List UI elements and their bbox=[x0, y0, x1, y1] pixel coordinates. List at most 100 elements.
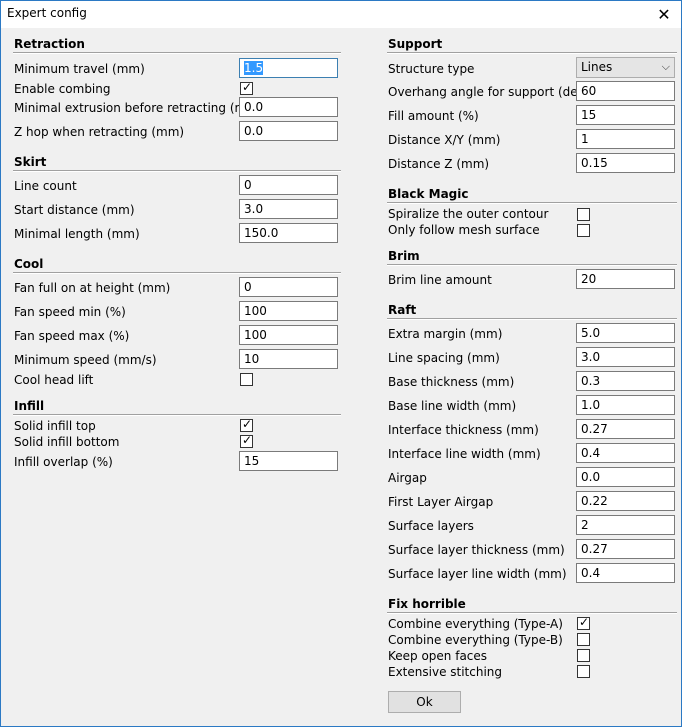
chevron-down-icon: ⌵ bbox=[661, 60, 670, 73]
solid-infill-bottom-label: Solid infill bottom bbox=[14, 435, 120, 449]
section-title-black-magic: Black Magic bbox=[388, 187, 469, 201]
combine-type-b-checkbox[interactable] bbox=[577, 633, 590, 646]
fill-amount-input[interactable]: 15 bbox=[576, 105, 675, 125]
section-divider bbox=[13, 414, 341, 416]
distance-xy-input[interactable]: 1 bbox=[576, 129, 675, 149]
min-extrusion-label: Minimal extrusion before retracting (mm) bbox=[14, 101, 263, 115]
start-distance-input[interactable]: 3.0 bbox=[239, 199, 338, 219]
close-icon[interactable]: ✕ bbox=[647, 1, 681, 28]
section-title-brim: Brim bbox=[388, 249, 420, 263]
first-layer-airgap-label: First Layer Airgap bbox=[388, 495, 494, 509]
line-spacing-input[interactable]: 3.0 bbox=[576, 347, 675, 367]
check-icon: ✓ bbox=[242, 433, 253, 447]
line-count-label: Line count bbox=[14, 179, 77, 193]
brim-line-amount-input[interactable]: 20 bbox=[576, 269, 675, 289]
infill-overlap-label: Infill overlap (%) bbox=[14, 455, 113, 469]
distance-xy-label: Distance X/Y (mm) bbox=[388, 133, 501, 147]
base-thickness-input[interactable]: 0.3 bbox=[576, 371, 675, 391]
minimum-speed-label: Minimum speed (mm/s) bbox=[14, 353, 157, 367]
min-extrusion-input[interactable]: 0.0 bbox=[239, 97, 338, 117]
z-hop-input[interactable]: 0.0 bbox=[239, 121, 338, 141]
fan-speed-min-label: Fan speed min (%) bbox=[14, 305, 126, 319]
extra-margin-label: Extra margin (mm) bbox=[388, 327, 503, 341]
minimum-speed-input[interactable]: 10 bbox=[239, 349, 338, 369]
surface-layer-line-width-input[interactable]: 0.4 bbox=[576, 563, 675, 583]
dialog-body: Retraction Minimum travel (mm) 1.5 Enabl… bbox=[1, 28, 681, 726]
structure-type-label: Structure type bbox=[388, 62, 475, 76]
line-count-input[interactable]: 0 bbox=[239, 175, 338, 195]
combine-type-b-label: Combine everything (Type-B) bbox=[388, 633, 563, 647]
check-icon: ✓ bbox=[579, 615, 590, 629]
section-title-retraction: Retraction bbox=[14, 37, 85, 51]
section-divider bbox=[387, 264, 677, 266]
start-distance-label: Start distance (mm) bbox=[14, 203, 135, 217]
section-title-skirt: Skirt bbox=[14, 155, 47, 169]
surface-layer-thickness-label: Surface layer thickness (mm) bbox=[388, 543, 565, 557]
distance-z-input[interactable]: 0.15 bbox=[576, 153, 675, 173]
section-divider bbox=[13, 170, 341, 172]
section-title-cool: Cool bbox=[14, 257, 44, 271]
airgap-label: Airgap bbox=[388, 471, 427, 485]
combine-type-a-checkbox[interactable]: ✓ bbox=[577, 615, 590, 630]
combine-type-a-label: Combine everything (Type-A) bbox=[388, 617, 563, 631]
line-spacing-label: Line spacing (mm) bbox=[388, 351, 500, 365]
fan-full-height-label: Fan full on at height (mm) bbox=[14, 281, 171, 295]
solid-infill-bottom-checkbox[interactable]: ✓ bbox=[240, 433, 253, 448]
surface-layer-line-width-label: Surface layer line width (mm) bbox=[388, 567, 567, 581]
base-line-width-label: Base line width (mm) bbox=[388, 399, 517, 413]
solid-infill-top-checkbox[interactable]: ✓ bbox=[240, 417, 253, 432]
window-title: Expert config bbox=[7, 6, 87, 20]
minimal-length-input[interactable]: 150.0 bbox=[239, 223, 338, 243]
extensive-stitching-checkbox[interactable] bbox=[577, 665, 590, 678]
interface-thickness-input[interactable]: 0.27 bbox=[576, 419, 675, 439]
check-icon: ✓ bbox=[242, 417, 253, 431]
surface-layer-thickness-input[interactable]: 0.27 bbox=[576, 539, 675, 559]
fan-speed-max-label: Fan speed max (%) bbox=[14, 329, 130, 343]
overhang-angle-label: Overhang angle for support (deg) bbox=[388, 85, 590, 99]
section-title-fix-horrible: Fix horrible bbox=[388, 597, 466, 611]
infill-overlap-input[interactable]: 15 bbox=[239, 451, 338, 471]
section-divider bbox=[387, 612, 677, 614]
interface-thickness-label: Interface thickness (mm) bbox=[388, 423, 539, 437]
distance-z-label: Distance Z (mm) bbox=[388, 157, 490, 171]
extensive-stitching-label: Extensive stitching bbox=[388, 665, 503, 679]
section-divider bbox=[13, 52, 341, 54]
solid-infill-top-label: Solid infill top bbox=[14, 419, 96, 433]
min-travel-input[interactable]: 1.5 bbox=[239, 58, 338, 78]
brim-line-amount-label: Brim line amount bbox=[388, 273, 492, 287]
fan-speed-min-input[interactable]: 100 bbox=[239, 301, 338, 321]
interface-line-width-label: Interface line width (mm) bbox=[388, 447, 541, 461]
spiralize-checkbox[interactable] bbox=[577, 208, 590, 221]
section-divider bbox=[387, 318, 677, 320]
cool-head-lift-checkbox[interactable] bbox=[240, 373, 253, 386]
fan-full-height-input[interactable]: 0 bbox=[239, 277, 338, 297]
mesh-surface-checkbox[interactable] bbox=[577, 224, 590, 237]
mesh-surface-label: Only follow mesh surface bbox=[388, 223, 540, 237]
cool-head-lift-label: Cool head lift bbox=[14, 373, 94, 387]
ok-button[interactable]: Ok bbox=[388, 691, 461, 713]
fan-speed-max-input[interactable]: 100 bbox=[239, 325, 338, 345]
expert-config-window: Expert config ✕ Retraction Minimum trave… bbox=[0, 0, 682, 727]
airgap-input[interactable]: 0.0 bbox=[576, 467, 675, 487]
base-line-width-input[interactable]: 1.0 bbox=[576, 395, 675, 415]
title-bar: Expert config ✕ bbox=[1, 1, 681, 28]
first-layer-airgap-input[interactable]: 0.22 bbox=[576, 491, 675, 511]
keep-open-faces-checkbox[interactable] bbox=[577, 649, 590, 662]
structure-type-select[interactable]: Lines ⌵ bbox=[576, 57, 675, 78]
z-hop-label: Z hop when retracting (mm) bbox=[14, 125, 185, 139]
section-divider bbox=[13, 272, 341, 274]
section-title-infill: Infill bbox=[14, 399, 45, 413]
section-title-support: Support bbox=[388, 37, 443, 51]
enable-combing-label: Enable combing bbox=[14, 82, 111, 96]
minimal-length-label: Minimal length (mm) bbox=[14, 227, 140, 241]
interface-line-width-input[interactable]: 0.4 bbox=[576, 443, 675, 463]
overhang-angle-input[interactable]: 60 bbox=[576, 81, 675, 101]
surface-layers-input[interactable]: 2 bbox=[576, 515, 675, 535]
base-thickness-label: Base thickness (mm) bbox=[388, 375, 515, 389]
enable-combing-checkbox[interactable]: ✓ bbox=[240, 80, 253, 95]
extra-margin-input[interactable]: 5.0 bbox=[576, 323, 675, 343]
spiralize-label: Spiralize the outer contour bbox=[388, 207, 549, 221]
section-divider bbox=[387, 52, 677, 54]
fill-amount-label: Fill amount (%) bbox=[388, 109, 479, 123]
section-divider bbox=[387, 202, 677, 204]
